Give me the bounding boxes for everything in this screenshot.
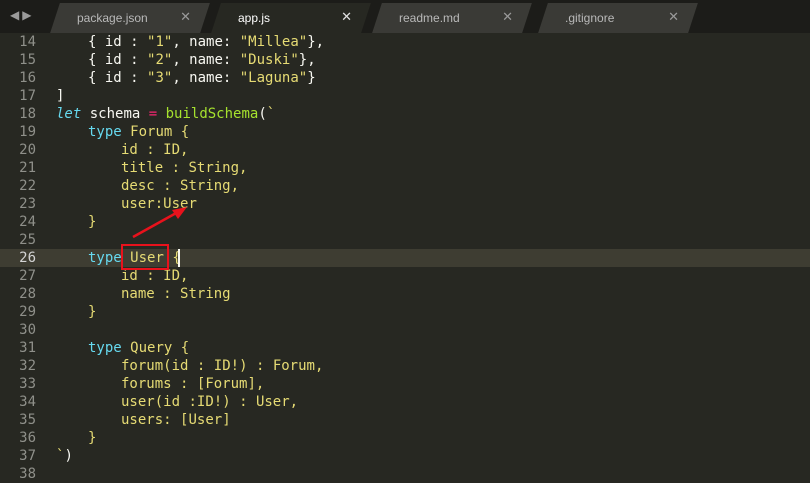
close-icon[interactable]: ✕ xyxy=(668,9,679,25)
close-icon[interactable]: ✕ xyxy=(502,9,513,25)
tab-readme-md[interactable]: readme.md ✕ xyxy=(372,3,532,33)
arrow-shaft xyxy=(132,210,179,239)
tab-navigation[interactable]: ◀▶ xyxy=(10,8,34,22)
code-editor[interactable]: 14 15 16 17 18 19 20 21 22 23 24 25 26 2… xyxy=(0,33,810,482)
tab-label: .gitignore xyxy=(565,11,615,25)
tab-label: package.json xyxy=(77,11,148,25)
arrow-head xyxy=(172,207,187,219)
close-icon[interactable]: ✕ xyxy=(341,9,352,25)
annotation-arrow-icon xyxy=(132,207,187,239)
close-icon[interactable]: ✕ xyxy=(180,9,191,25)
forward-arrow-icon[interactable]: ▶ xyxy=(22,8,34,22)
tab-label: app.js xyxy=(238,11,271,25)
back-arrow-icon[interactable]: ◀ xyxy=(10,8,22,22)
tab-package-json[interactable]: package.json ✕ xyxy=(50,3,210,33)
tab-gitignore[interactable]: .gitignore ✕ xyxy=(538,3,698,33)
tab-bar: ◀▶ package.json ✕ readme.md ✕ .gitignore… xyxy=(0,0,810,33)
tab-app-js[interactable]: app.js ✕ xyxy=(211,3,371,33)
tab-label: readme.md xyxy=(399,11,460,25)
